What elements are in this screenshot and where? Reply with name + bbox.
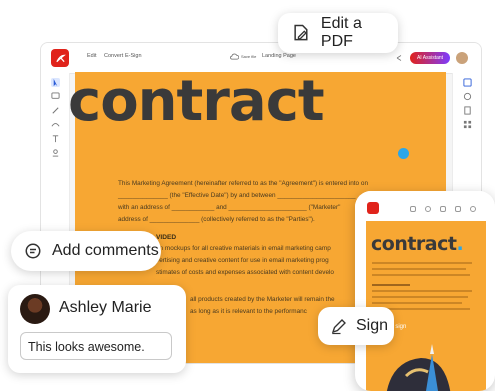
phone-share-icon[interactable] <box>455 206 461 212</box>
edit-pdf-callout[interactable]: Edit a PDF <box>278 13 398 53</box>
phone-text-line <box>372 268 466 270</box>
menu-convert[interactable]: Convert <box>104 53 123 59</box>
phone-tool-icon[interactable] <box>410 206 416 212</box>
comment-author: Ashley Marie <box>59 299 152 316</box>
share-icon[interactable] <box>395 54 403 62</box>
comment-tool-icon[interactable] <box>51 92 60 101</box>
phone-more-icon[interactable] <box>470 206 476 212</box>
stamp-tool-icon[interactable] <box>51 148 60 157</box>
heading-dot <box>398 148 409 159</box>
document-title[interactable]: Landing Page <box>262 53 296 59</box>
ai-assistant-button[interactable]: AI Assistant <box>410 52 450 64</box>
section-line-5: as long as it is relevant to the perform… <box>190 308 307 315</box>
phone-mockup: contract. Place to sign <box>355 191 495 391</box>
sign-callout[interactable]: Sign <box>318 307 394 345</box>
phone-document-heading: contract. <box>371 233 464 255</box>
menu-edit[interactable]: Edit <box>87 53 96 59</box>
text-tool-icon[interactable] <box>51 134 60 143</box>
cloud-icon <box>230 53 239 60</box>
phone-comment-icon[interactable] <box>440 206 446 212</box>
export-icon[interactable] <box>463 78 472 87</box>
phone-search-icon[interactable] <box>425 206 431 212</box>
menu-esign[interactable]: E-Sign <box>125 53 142 59</box>
add-comments-callout[interactable]: Add comments <box>11 231 161 271</box>
document-line-1: This Marketing Agreement (hereinafter re… <box>118 180 368 187</box>
sign-label: Sign <box>356 317 389 334</box>
phone-toolbar <box>355 191 495 221</box>
avatar[interactable] <box>456 52 468 64</box>
grid-icon[interactable] <box>463 120 472 129</box>
avatar <box>20 294 50 324</box>
phone-acrobat-logo[interactable] <box>367 202 379 214</box>
acrobat-logo[interactable] <box>51 49 69 67</box>
section-line-4: all products created by the Marketer wil… <box>190 296 335 303</box>
edit-pdf-icon <box>294 24 308 41</box>
edit-pdf-label: Edit a PDF <box>320 15 362 50</box>
comments-panel-icon[interactable] <box>463 92 472 101</box>
phone-text-line <box>372 284 410 286</box>
select-tool-icon[interactable] <box>51 78 60 87</box>
add-comments-label: Add comments <box>52 242 159 259</box>
section-line-3: stimates of costs and expenses associate… <box>156 269 334 276</box>
document-line-4: address of ______________ (collectively … <box>118 216 315 223</box>
phone-text-line <box>372 296 468 298</box>
save-status: Save file <box>241 54 257 59</box>
phone-text-line <box>372 274 470 276</box>
comment-card: Ashley Marie This looks awesome. <box>8 285 186 373</box>
section-line-2: vertising and creative content for use i… <box>156 257 329 264</box>
phone-text-line <box>372 262 472 264</box>
document-line-2: ______________ (the "Effective Date") by… <box>118 192 356 199</box>
phone-text-line <box>372 290 472 292</box>
document-heading: contract <box>68 69 325 134</box>
document-line-3: with an address of ____________ and ____… <box>118 204 341 211</box>
section-heading: VIDED <box>156 234 177 241</box>
phone-text-line <box>372 302 462 304</box>
comment-input[interactable]: This looks awesome. <box>20 332 172 360</box>
section-line-1: gn mockups for all creative materials in… <box>156 245 331 252</box>
sign-pen-icon <box>331 319 346 335</box>
highlight-tool-icon[interactable] <box>51 106 60 115</box>
bookmark-icon[interactable] <box>463 106 472 115</box>
draw-tool-icon[interactable] <box>51 120 60 129</box>
comment-bubble-icon <box>25 243 41 259</box>
